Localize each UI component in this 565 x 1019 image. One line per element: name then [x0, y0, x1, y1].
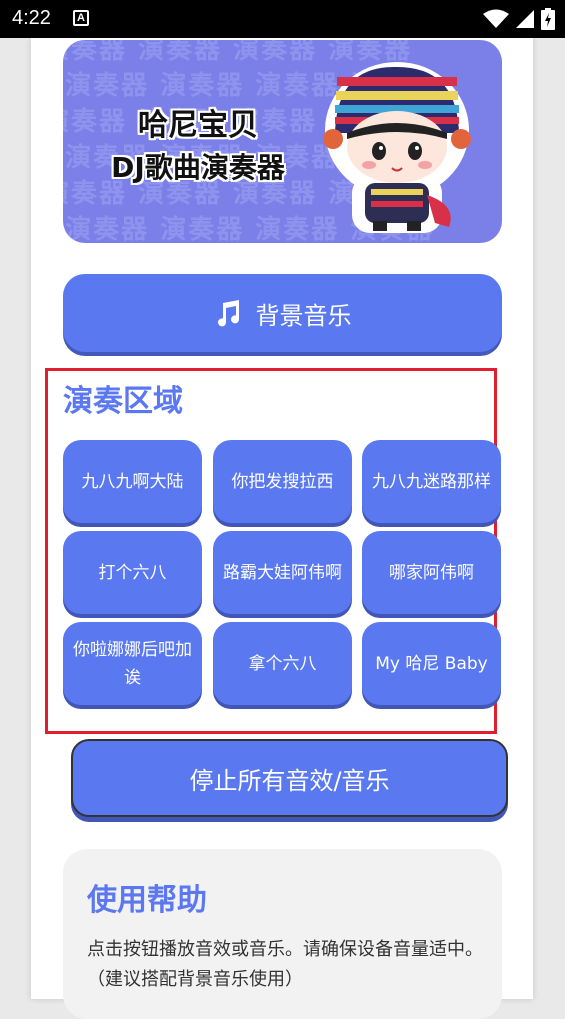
status-time: 4:22	[12, 7, 51, 29]
banner: 演奏器 演奏器 演奏器 演奏器 演奏器 演奏器 演奏器 演奏器 演奏器 演奏器 …	[63, 40, 502, 243]
help-title: 使用帮助	[87, 883, 207, 918]
status-bar: 4:22 A	[0, 0, 565, 38]
signal-icon	[516, 10, 534, 28]
pad-button[interactable]: My 哈尼 Baby	[362, 622, 501, 705]
mascot-illustration	[323, 62, 471, 233]
pad-button[interactable]: 拿个六八	[213, 622, 352, 705]
play-area-title: 演奏区域	[63, 384, 183, 419]
pad-button[interactable]: 路霸大娃阿伟啊	[213, 531, 352, 614]
battery-icon	[541, 8, 555, 30]
wifi-icon	[483, 9, 509, 28]
pad-button[interactable]: 打个六八	[63, 531, 202, 614]
pad-button[interactable]: 你把发搜拉西	[213, 440, 352, 523]
stop-all-button[interactable]: 停止所有音效/音乐	[71, 739, 508, 817]
pad-button[interactable]: 九八九啊大陆	[63, 440, 202, 523]
pad-button[interactable]: 九八九迷路那样	[362, 440, 501, 523]
pad-button[interactable]: 哪家阿伟啊	[362, 531, 501, 614]
background-music-label: 背景音乐	[255, 301, 352, 330]
music-note-icon	[217, 300, 239, 327]
pad-button[interactable]: 你啦娜娜后吧加诶	[63, 622, 202, 705]
status-icons	[483, 8, 555, 30]
banner-subtitle: DJ歌曲演奏器	[111, 151, 285, 184]
a-box-icon: A	[73, 10, 89, 26]
help-text: 点击按钮播放音效或音乐。请确保设备音量适中。（建议搭配背景音乐使用）	[87, 939, 483, 990]
help-card: 使用帮助 点击按钮播放音效或音乐。请确保设备音量适中。（建议搭配背景音乐使用）	[63, 849, 502, 1019]
background-music-button[interactable]: 背景音乐	[63, 274, 502, 352]
banner-title: 哈尼宝贝	[138, 108, 258, 143]
